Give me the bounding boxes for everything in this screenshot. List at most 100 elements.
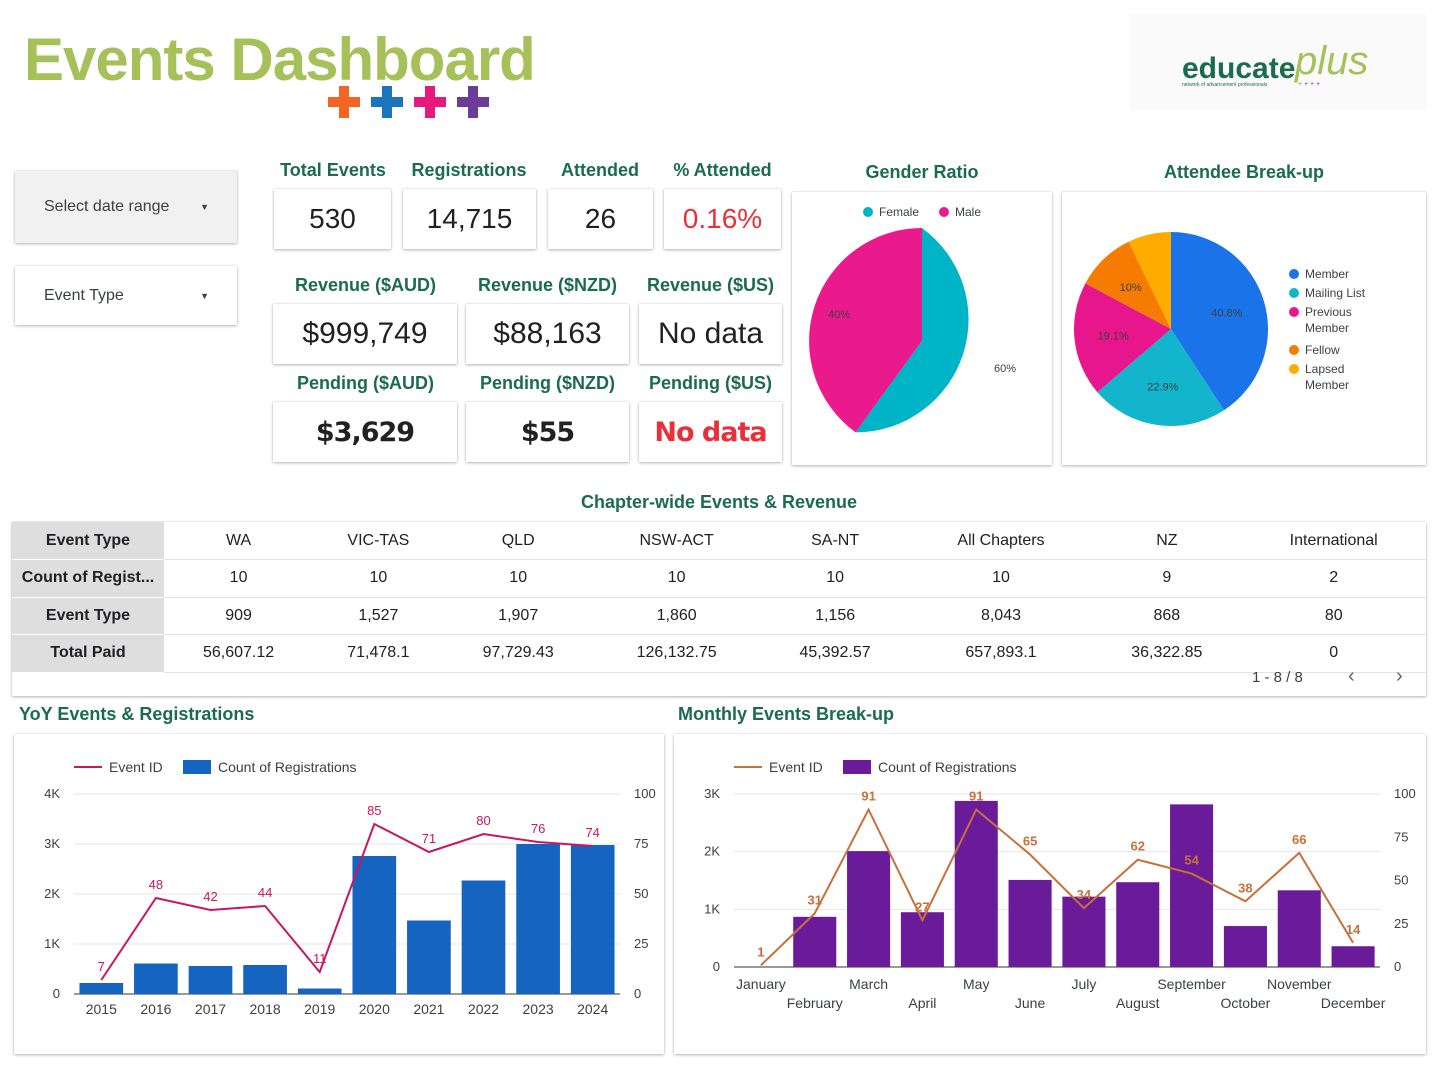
pending-aud-label: Pending ($AUD) (297, 373, 434, 393)
table-cell: WA (164, 522, 314, 560)
x-axis-tick: January (736, 976, 786, 992)
y-axis-tick: 2K (44, 886, 60, 901)
pie-slice-label: 10% (1120, 282, 1142, 294)
y2-axis-tick: 25 (1394, 916, 1408, 931)
prev-page-button[interactable]: ‹ (1348, 665, 1355, 688)
bar (407, 920, 451, 994)
table-cell: VIC-TAS (313, 522, 444, 560)
revenue-us-value: No data (639, 304, 782, 364)
pink-plus-icon (414, 86, 446, 118)
total-events-label: Total Events (280, 160, 386, 180)
data-label: 27 (915, 899, 929, 914)
data-label: 31 (808, 892, 822, 907)
revenue-aud-label: Revenue ($AUD) (294, 275, 437, 295)
table-cell: 10 (313, 559, 444, 598)
monthly-chart-card: 0 1K 2K 3K 0 25 50 75 100 1 31 91 27 91 65 34 62 54 38 66 14… (674, 734, 1426, 1054)
pct-attended-value: 0.16% (664, 189, 781, 249)
gender-ratio-chart: Female Male 60% 40% (792, 192, 1052, 465)
y2-axis-tick: 100 (1394, 786, 1416, 801)
bar (570, 845, 615, 994)
x-axis-tick: November (1267, 976, 1332, 992)
bar (188, 966, 233, 994)
bar (79, 983, 124, 994)
bar (793, 916, 837, 967)
data-label: 74 (585, 825, 599, 840)
legend-label: Member (1305, 321, 1349, 335)
pending-nzd-label: Pending ($NZD) (480, 373, 615, 393)
data-label: 38 (1238, 880, 1252, 895)
legend-label: Lapsed (1305, 362, 1344, 376)
legend-label: Mailing List (1305, 286, 1366, 300)
table-cell: 1,156 (760, 597, 910, 635)
x-axis-tick: May (963, 976, 989, 992)
y-axis-tick: 1K (704, 901, 720, 916)
date-range-label: Select date range (44, 198, 170, 215)
legend-bar-swatch (183, 760, 211, 774)
table-cell: International (1241, 522, 1426, 560)
x-axis-tick: March (849, 976, 888, 992)
svg-text:+: + (1310, 81, 1314, 88)
data-label: 14 (1346, 922, 1361, 937)
data-label: 54 (1184, 853, 1199, 868)
pie-slice-label: 22.9% (1147, 382, 1178, 394)
table-cell: 126,132.75 (592, 634, 761, 673)
y2-axis-tick: 50 (1394, 873, 1408, 888)
row-header: Count of Regist... (12, 559, 164, 598)
x-axis-tick: 2019 (304, 1001, 335, 1017)
x-axis-tick: 2018 (250, 1001, 281, 1017)
revenue-nzd-label: Revenue ($NZD) (477, 275, 618, 295)
yoy-chart: 0 1K 2K 3K 4K 0 25 50 75 100 7 48 42 44 11 85 71 80 76 74 20… (44, 759, 656, 1017)
chapter-table-title: Chapter-wide Events & Revenue (580, 492, 858, 512)
event-type-label: Event Type (44, 286, 124, 304)
attendee-breakup-chart: 40.8% 22.9% 19.1% 10% Member Mailing List Pre… (1062, 192, 1426, 465)
table-cell: 36,322.85 (1092, 634, 1242, 673)
educate-plus-logo: educate plus network of advancement prof… (1130, 14, 1426, 110)
bar (1277, 890, 1321, 967)
data-label: 48 (149, 877, 163, 892)
table-cell: 1,907 (443, 597, 593, 635)
y2-axis-tick: 75 (634, 836, 648, 851)
data-label: 91 (969, 789, 983, 804)
dropdown-arrow-icon: ▼ (200, 290, 209, 301)
table-cell: 80 (1241, 597, 1426, 635)
legend-label: Event ID (769, 759, 823, 775)
date-range-picker[interactable]: Select date range ▼ (15, 171, 237, 243)
data-label: 1 (757, 944, 764, 959)
legend-label: Member (1305, 378, 1349, 392)
legend-label: Count of Registrations (218, 759, 357, 775)
logo-tagline: network of advancement professionals (1182, 82, 1268, 88)
bar (461, 880, 506, 994)
x-axis-tick: August (1116, 995, 1160, 1011)
bar (243, 965, 287, 994)
pending-aud-value: $3,629 (273, 402, 457, 462)
revenue-us-label: Revenue ($US) (646, 275, 775, 295)
table-cell: 1,860 (592, 597, 761, 635)
x-axis-tick: 2022 (468, 1001, 499, 1017)
table-row: Total Paid 56,607.12 71,478.1 97,729.43 126,… (12, 634, 1426, 673)
table-cell: 2 (1241, 559, 1426, 598)
yoy-chart-title: YoY Events & Registrations (19, 704, 255, 724)
legend-swatch (1289, 269, 1299, 279)
legend-male-label: Male (955, 205, 981, 219)
bar (847, 851, 891, 967)
legend-swatch (1289, 307, 1299, 317)
data-label: 85 (367, 803, 381, 818)
svg-text:+: + (1298, 81, 1302, 88)
table-cell: 9 (1092, 559, 1242, 598)
x-axis-tick: June (1015, 995, 1046, 1011)
y2-axis-tick: 0 (1394, 959, 1401, 974)
bar (1008, 879, 1052, 967)
svg-text:+: + (1316, 81, 1320, 88)
data-label: 65 (1023, 834, 1037, 849)
gender-ratio-title: Gender Ratio (865, 162, 979, 182)
x-axis-tick: 2021 (413, 1001, 444, 1017)
pie-slice-label: 40.8% (1211, 307, 1242, 319)
table-cell: NZ (1092, 522, 1242, 560)
event-type-filter[interactable]: Event Type ▼ (15, 266, 237, 325)
next-page-button[interactable]: › (1396, 665, 1403, 688)
logo-word: educate (1182, 52, 1295, 85)
table-cell: 8,043 (909, 597, 1093, 635)
bar (516, 844, 560, 994)
legend-label: Count of Registrations (878, 759, 1017, 775)
x-axis-tick: 2017 (195, 1001, 226, 1017)
